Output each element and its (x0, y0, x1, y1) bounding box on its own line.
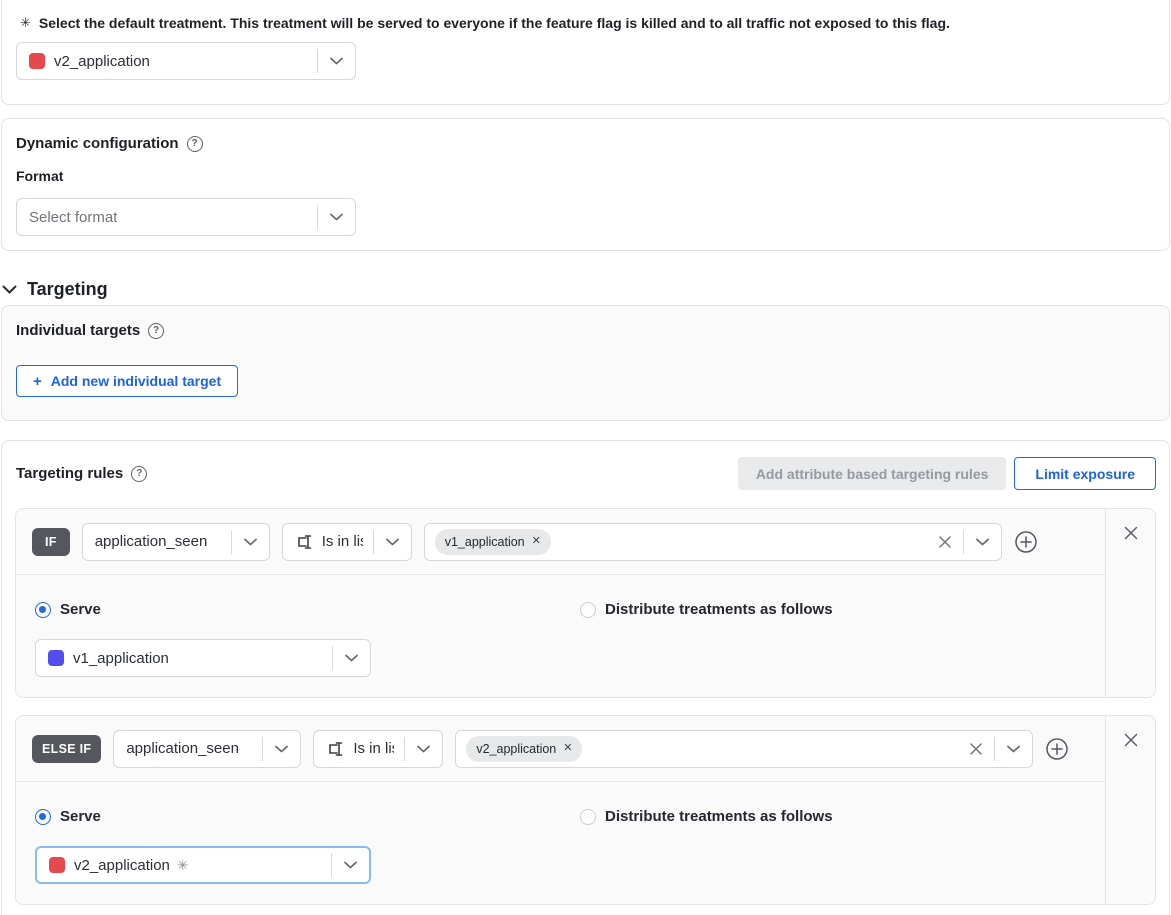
matcher-select[interactable]: Is in list (282, 523, 412, 561)
chevron-down-icon[interactable] (318, 57, 355, 65)
targeting-rules-title: Targeting rules (16, 465, 123, 482)
string-matcher-icon (326, 739, 346, 759)
dynamic-configuration-section: Dynamic configuration ? Format Select fo… (1, 118, 1170, 251)
chevron-down-icon[interactable] (333, 654, 370, 662)
required-asterisk-icon: ✳ (177, 857, 189, 874)
radio-unselected-icon[interactable] (580, 602, 596, 618)
chevron-down-icon[interactable] (232, 538, 269, 546)
targeting-title: Targeting (27, 279, 108, 300)
radio-selected-icon[interactable] (35, 809, 51, 825)
serve-radio-option[interactable]: Serve (35, 808, 580, 825)
format-label: Format (16, 168, 1155, 184)
plus-icon: + (33, 373, 42, 390)
chevron-down-icon[interactable] (405, 745, 442, 753)
treatment-color-swatch (49, 857, 65, 873)
targeting-section-header[interactable]: Targeting (2, 278, 1171, 300)
individual-targets-title: Individual targets (16, 322, 140, 339)
attribute-select[interactable]: application_seen (113, 730, 301, 768)
add-condition-icon[interactable] (1014, 530, 1038, 554)
help-icon[interactable]: ? (148, 323, 164, 339)
add-individual-target-button[interactable]: + Add new individual target (16, 365, 238, 397)
chevron-down-icon (2, 285, 17, 294)
matcher-select[interactable]: Is in list (313, 730, 443, 768)
targeting-rule-card: ELSE IF application_seen (15, 715, 1156, 905)
clear-values-icon[interactable] (927, 524, 963, 560)
chip-remove-icon[interactable]: ✕ (563, 743, 572, 754)
serve-radio-option[interactable]: Serve (35, 601, 580, 618)
add-attribute-rules-button[interactable]: Add attribute based targeting rules (738, 457, 1007, 490)
delete-rule-icon[interactable] (1122, 524, 1140, 542)
value-list-input[interactable]: v2_application ✕ (455, 730, 1033, 768)
distribute-radio-option[interactable]: Distribute treatments as follows (580, 808, 833, 825)
default-treatment-section: ✳ Select the default treatment. This tre… (1, 0, 1170, 105)
add-condition-icon[interactable] (1045, 737, 1069, 761)
chevron-down-icon[interactable] (964, 524, 1001, 560)
default-treatment-instruction-row: ✳ Select the default treatment. This tre… (2, 8, 1169, 38)
chevron-down-icon[interactable] (263, 745, 300, 753)
required-asterisk-icon: ✳ (20, 15, 31, 31)
delete-rule-icon[interactable] (1122, 731, 1140, 749)
individual-targets-section: Individual targets ? + Add new individua… (1, 305, 1170, 421)
treatment-chip: v1_application ✕ (435, 529, 551, 555)
value-list-input[interactable]: v1_application ✕ (424, 523, 1002, 561)
serve-treatment-select[interactable]: v1_application (35, 639, 371, 677)
format-select[interactable]: Select format (16, 198, 356, 236)
format-placeholder: Select format (29, 209, 117, 226)
dynamic-configuration-title: Dynamic configuration (16, 135, 179, 152)
chevron-down-icon[interactable] (995, 731, 1032, 767)
default-treatment-value: v2_application (54, 53, 150, 70)
targeting-rules-section: Targeting rules ? Add attribute based ta… (1, 440, 1170, 915)
rule-condition-badge: ELSE IF (32, 735, 101, 763)
distribute-radio-option[interactable]: Distribute treatments as follows (580, 601, 833, 618)
treatment-chip: v2_application ✕ (466, 736, 582, 762)
default-treatment-select[interactable]: v2_application (16, 42, 356, 80)
treatment-color-swatch (29, 53, 45, 69)
attribute-select[interactable]: application_seen (82, 523, 270, 561)
default-treatment-instruction: Select the default treatment. This treat… (39, 15, 950, 31)
clear-values-icon[interactable] (958, 731, 994, 767)
chevron-down-icon[interactable] (374, 538, 411, 546)
rule-condition-badge: IF (32, 528, 70, 556)
limit-exposure-button[interactable]: Limit exposure (1014, 457, 1156, 490)
serve-treatment-select[interactable]: v2_application ✳ (35, 846, 371, 884)
targeting-rule-card: IF application_seen I (15, 508, 1156, 698)
chevron-down-icon[interactable] (318, 213, 355, 221)
chip-remove-icon[interactable]: ✕ (532, 536, 541, 547)
radio-unselected-icon[interactable] (580, 809, 596, 825)
string-matcher-icon (295, 532, 315, 552)
radio-selected-icon[interactable] (35, 602, 51, 618)
help-icon[interactable]: ? (131, 466, 147, 482)
chevron-down-icon[interactable] (332, 861, 369, 869)
help-icon[interactable]: ? (187, 136, 203, 152)
treatment-color-swatch (48, 650, 64, 666)
